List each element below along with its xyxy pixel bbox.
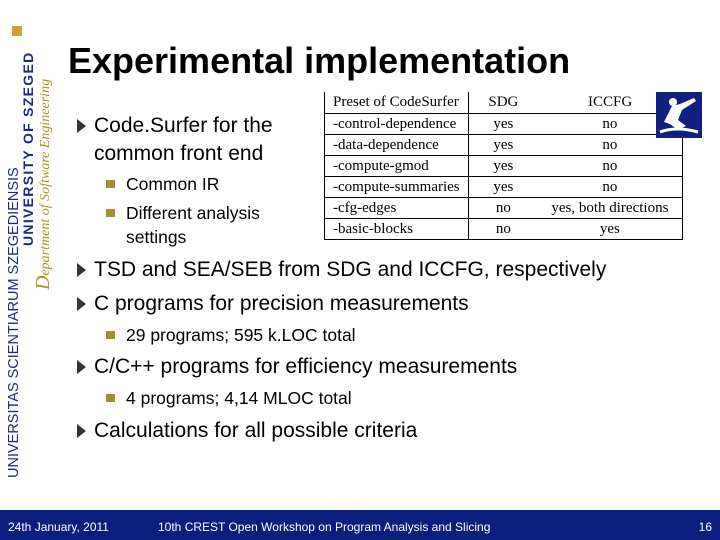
- footer-date: 24th January, 2011: [8, 520, 109, 534]
- table-cell: -basic-blocks: [324, 218, 469, 240]
- table-row: -data-dependence yes no: [324, 134, 683, 156]
- footer: 24th January, 2011 10th CREST Open Works…: [0, 510, 720, 540]
- sub-bullet: Different analysis settings: [104, 201, 294, 249]
- table-cell: yes: [538, 218, 683, 240]
- table-row: -compute-gmod yes no: [324, 155, 683, 177]
- university-sidebar: UNIVERSITAS SCIENTIARUM SZEGEDIENSIS UNI…: [0, 0, 54, 480]
- table-row: -basic-blocks no yes: [324, 218, 683, 240]
- bullet: TSD and SEA/SEB from SDG and ICCFG, resp…: [74, 256, 606, 284]
- footer-event: 10th CREST Open Workshop on Program Anal…: [158, 520, 491, 534]
- sub-bullet: Common IR: [104, 172, 219, 196]
- department-name: Department of Software Engineering: [32, 78, 54, 290]
- table-cell: -compute-gmod: [324, 155, 469, 177]
- table-header: Preset of CodeSurfer SDG ICCFG: [324, 92, 683, 114]
- table-cell: yes: [467, 113, 539, 135]
- table-cell: yes: [467, 134, 539, 156]
- page-number: 16: [698, 520, 712, 534]
- table-cell: -cfg-edges: [324, 197, 469, 219]
- sub-bullet: 29 programs; 595 k.LOC total: [104, 323, 356, 347]
- table-row: -compute-summaries yes no: [324, 176, 683, 198]
- table-cell: no: [538, 155, 683, 177]
- table-cell: yes: [467, 155, 539, 177]
- table-cell: -compute-summaries: [324, 176, 469, 198]
- bullet: C programs for precision measurements: [74, 290, 469, 318]
- table-cell: no: [538, 176, 683, 198]
- table-row: -control-dependence yes no: [324, 113, 683, 135]
- table-cell: no: [467, 197, 539, 219]
- table-cell: yes: [467, 176, 539, 198]
- sub-bullet: 4 programs; 4,14 MLOC total: [104, 386, 352, 410]
- table-row: -cfg-edges no yes, both directions: [324, 197, 683, 219]
- codesurfer-logo: [656, 92, 702, 138]
- bullet: Calculations for all possible criteria: [74, 417, 417, 445]
- codesurfer-presets-table: Preset of CodeSurfer SDG ICCFG -control-…: [324, 92, 683, 240]
- table-cell: yes, both directions: [538, 197, 683, 219]
- bullet: C/C++ programs for efficiency measuremen…: [74, 353, 517, 381]
- slide-title: Experimental implementation: [68, 40, 571, 81]
- table-cell: -control-dependence: [324, 113, 469, 135]
- bullet: Code.Surfer for the common front end: [74, 112, 304, 168]
- logo-square: [12, 26, 22, 36]
- table-cell: -data-dependence: [324, 134, 469, 156]
- table-cell: no: [467, 218, 539, 240]
